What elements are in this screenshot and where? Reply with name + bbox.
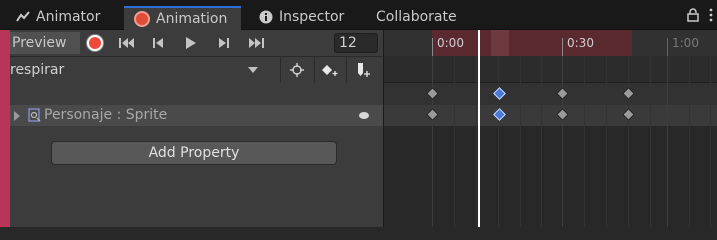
skip-to-end-icon (249, 38, 264, 48)
tab-animation[interactable]: Animation (124, 6, 242, 30)
record-icon (87, 35, 103, 51)
tab-animator-label: Animator (36, 9, 101, 25)
tab-collaborate-label: Collaborate (376, 9, 457, 25)
more-options-icon[interactable] (709, 8, 713, 22)
grid-line (476, 56, 477, 227)
grid-line (520, 56, 521, 227)
ruler-label: 0:00 (437, 36, 464, 50)
preview-button[interactable]: Preview (10, 32, 80, 54)
tab-inspector-label: Inspector (279, 9, 345, 25)
ruler-tick (667, 38, 668, 56)
visibility-icon[interactable] (359, 112, 369, 119)
prev-key-button[interactable] (146, 33, 170, 53)
grid-line (667, 56, 668, 227)
grid-line (562, 56, 563, 227)
property-label: Personaje : Sprite (44, 107, 168, 123)
step-forward-icon (219, 38, 229, 48)
grid-line (650, 56, 651, 227)
animator-icon (16, 11, 30, 23)
timeline-panel[interactable]: 0:00 0:30 1:00 (383, 30, 717, 227)
ruler-tick (432, 38, 433, 56)
ruler-label: 0:30 (567, 36, 594, 50)
expand-arrow-icon[interactable] (14, 111, 20, 121)
clip-toolbar: respirar (10, 56, 383, 83)
add-event-icon (358, 63, 370, 77)
frame-number-field[interactable]: 12 (334, 33, 378, 53)
add-keyframe-button[interactable] (319, 60, 341, 80)
ruler-tick (562, 38, 563, 56)
selection-highlight (491, 30, 509, 56)
chevron-down-icon (248, 67, 258, 73)
step-back-icon (153, 38, 163, 48)
lock-icon[interactable] (687, 8, 699, 22)
add-property-button[interactable]: Add Property (51, 141, 337, 165)
divider (280, 57, 281, 83)
tab-animation-label: Animation (156, 11, 228, 27)
clip-name: respirar (10, 62, 65, 78)
playhead[interactable] (478, 30, 480, 227)
scene-view-edge (0, 30, 10, 227)
grid-line (541, 56, 542, 227)
add-event-button[interactable] (352, 60, 374, 80)
next-key-button[interactable] (212, 33, 236, 53)
crosshair-icon (290, 63, 304, 77)
grid-line (689, 56, 690, 227)
grid-line (628, 56, 629, 227)
last-key-button[interactable] (244, 33, 268, 53)
record-button[interactable] (84, 32, 106, 54)
time-ruler[interactable]: 0:00 0:30 1:00 (384, 30, 717, 56)
playback-toolbar: Preview 12 (10, 31, 383, 55)
add-keyframe-icon (322, 65, 338, 76)
property-row[interactable]: Personaje : Sprite (10, 105, 383, 126)
grid-line (454, 56, 455, 227)
tab-animator[interactable]: Animator (16, 4, 100, 30)
divider (314, 57, 315, 83)
grid-line (584, 56, 585, 227)
filter-by-selection-button[interactable] (286, 60, 308, 80)
play-icon (186, 37, 196, 49)
info-icon (259, 10, 273, 24)
ruler-label: 1:00 (672, 36, 699, 50)
divider (346, 57, 347, 83)
grid-line (432, 56, 433, 227)
grid-line (710, 56, 711, 227)
first-key-button[interactable] (115, 33, 139, 53)
clip-dropdown[interactable]: respirar (10, 59, 266, 81)
sprite-renderer-icon (28, 108, 41, 122)
skip-to-start-icon (119, 38, 134, 48)
animation-icon (134, 11, 150, 27)
grid-line (606, 56, 607, 227)
tab-bar: Animator Animation Inspector Collaborate (0, 0, 717, 30)
tab-collaborate[interactable]: Collaborate (376, 4, 457, 30)
tab-inspector[interactable]: Inspector (259, 4, 344, 30)
grid-line (498, 56, 499, 227)
play-button[interactable] (179, 33, 203, 53)
